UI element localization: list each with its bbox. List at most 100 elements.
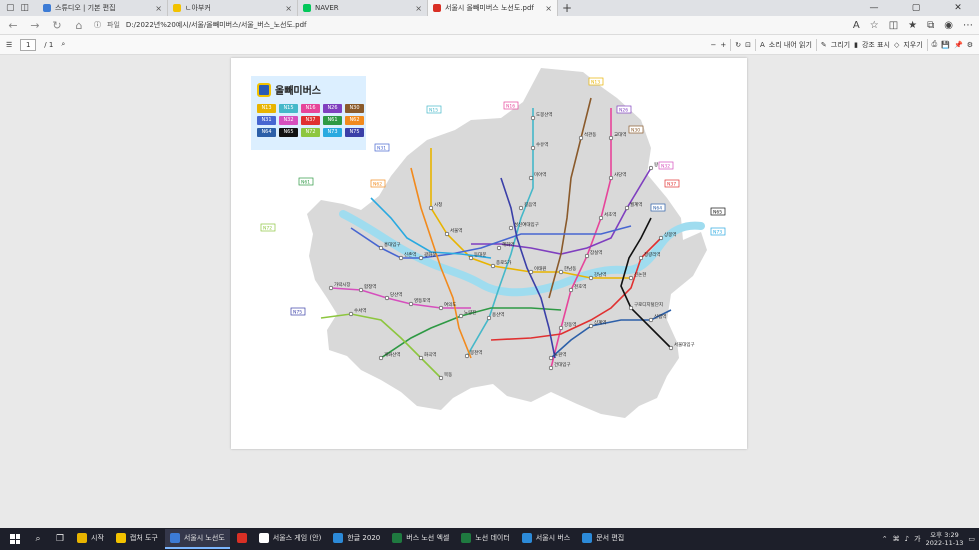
station-label: 용산역 <box>492 311 504 318</box>
tab-pdf[interactable]: 서울시 올빼미버스 노선도.pdf × <box>428 0 558 16</box>
profile-icon[interactable]: ◉ <box>944 20 953 31</box>
home-icon[interactable]: ⌂ <box>72 19 86 32</box>
task-view-icon[interactable]: ❐ <box>50 534 70 544</box>
tab-studio[interactable]: 스튜디오 | 기본 편집 × <box>38 0 168 16</box>
menu-icon[interactable]: ⋯ <box>963 20 973 31</box>
ime-icon[interactable]: 가 <box>914 534 920 544</box>
network-icon[interactable]: ⌘ <box>893 535 900 543</box>
read-aloud-icon[interactable]: A <box>853 20 860 31</box>
draw-icon[interactable]: ✎ <box>821 41 827 49</box>
station-label: 노원역 <box>554 351 566 358</box>
page-number-input[interactable]: 1 <box>20 38 37 51</box>
station-dot <box>628 275 634 281</box>
rotate-icon[interactable]: ↻ <box>735 41 741 49</box>
tab-naver[interactable]: NAVER × <box>298 0 428 16</box>
notification-icon[interactable]: ▭ <box>968 535 975 543</box>
station-dot <box>558 325 564 331</box>
minimize-icon[interactable]: — <box>853 0 895 16</box>
app-icon <box>115 533 126 543</box>
settings-icon[interactable]: ⚙ <box>967 41 973 49</box>
legend-chip-n72: N72 <box>301 128 320 137</box>
search-icon[interactable]: ⌕ <box>28 534 48 544</box>
new-tab-button[interactable]: + <box>558 0 576 16</box>
taskbar-app-5[interactable]: 한글 2020 <box>328 529 385 549</box>
tab-strip: ▢ ◫ 스튜디오 | 기본 편집 × ㄴ아부커 × NAVER × 서울시 올빼… <box>0 0 979 16</box>
station-dot <box>588 275 594 281</box>
station-label: 구로디지털단지 <box>634 301 663 308</box>
taskbar-app-label: 캡처 도구 <box>129 534 158 542</box>
erase-button[interactable]: 지우기 <box>903 40 922 50</box>
collections-icon[interactable]: ⧉ <box>927 20 934 31</box>
back-icon[interactable]: ← <box>6 19 20 32</box>
station-dot <box>548 365 554 371</box>
fit-page-icon[interactable]: ⊡ <box>745 41 751 49</box>
taskbar-app-9[interactable]: 문서 편집 <box>577 529 629 549</box>
close-tab-icon[interactable]: × <box>155 4 162 13</box>
app-icon <box>258 533 269 543</box>
taskbar-app-3[interactable] <box>232 529 252 549</box>
close-tab-icon[interactable]: × <box>415 4 422 13</box>
zoom-in-icon[interactable]: + <box>720 41 726 49</box>
taskbar-app-label: 버스 노선 엑셀 <box>406 534 450 542</box>
maximize-icon[interactable]: ▢ <box>895 0 937 16</box>
address-bar-row: ← → ↻ ⌂ ⓘ 파일 D:/2022년%20예시/서울/올빼미버스/서울_버… <box>0 16 979 35</box>
legend-chip-n37: N37 <box>301 116 320 125</box>
route-tag-n73: N73 <box>710 227 726 236</box>
pin-icon[interactable]: 📌 <box>954 41 963 49</box>
taskbar-app-8[interactable]: 서울시 버스 <box>517 529 575 549</box>
station-dot <box>558 269 564 275</box>
read-aloud-button[interactable]: 소리 내어 읽기 <box>769 40 812 50</box>
contents-icon[interactable]: ☰ <box>6 41 12 49</box>
tray-chevron-icon[interactable]: ⌃ <box>882 535 888 543</box>
tab-bookmark[interactable]: ㄴ아부커 × <box>168 0 298 16</box>
station-label: 혜화역 <box>502 241 514 248</box>
taskbar-app-4[interactable]: 서울스 게임 (안) <box>254 529 327 549</box>
station-label: 신림역 <box>654 313 666 320</box>
station-label: 건대입구 <box>554 361 571 368</box>
station-label: 이태원 <box>534 265 546 272</box>
split-screen-icon[interactable]: ◫ <box>889 20 898 31</box>
station-label: 노량진 <box>464 309 476 316</box>
pdf-tools: − + ↻ ⊡ A 소리 내어 읽기 ✎ 그리기 ▮ 강조 표시 ◇ 지우기 ⎙… <box>711 38 973 51</box>
volume-icon[interactable]: ♪ <box>905 535 909 543</box>
read-aloud-icon[interactable]: A <box>760 41 765 49</box>
search-icon[interactable]: ⌕ <box>61 40 65 49</box>
taskbar-app-6[interactable]: 버스 노선 엑셀 <box>387 529 454 549</box>
collections-icon[interactable]: ◫ <box>21 3 30 13</box>
highlight-icon[interactable]: ▮ <box>854 41 858 49</box>
taskbar-app-7[interactable]: 노선 데이터 <box>456 529 514 549</box>
taskbar-app-label: 한글 2020 <box>347 534 381 542</box>
favorites-icon[interactable]: ★ <box>908 20 917 31</box>
taskbar-app-2[interactable]: 서울시 노선도 <box>164 529 230 549</box>
station-dot <box>648 165 654 171</box>
print-icon[interactable]: ⎙ <box>932 40 938 49</box>
divider <box>815 38 817 51</box>
station-label: 강동역 <box>564 321 576 328</box>
station-label: 도봉산역 <box>536 111 553 118</box>
highlight-button[interactable]: 강조 표시 <box>862 40 890 50</box>
forward-icon[interactable]: → <box>28 19 42 32</box>
station-dot <box>528 175 534 181</box>
close-tab-icon[interactable]: × <box>285 4 292 13</box>
draw-button[interactable]: 그리기 <box>831 40 850 50</box>
legend-chip-n64: N64 <box>257 128 276 137</box>
clock[interactable]: 오후 3:29 2022-11-13 <box>926 531 964 547</box>
tab-actions-icon[interactable]: ▢ <box>6 3 15 13</box>
eraser-icon[interactable]: ◇ <box>894 41 899 49</box>
close-window-icon[interactable]: ✕ <box>937 0 979 16</box>
close-tab-icon[interactable]: × <box>545 4 552 13</box>
station-dot <box>608 175 614 181</box>
station-label: 청량리역 <box>644 251 661 258</box>
favorite-star-icon[interactable]: ☆ <box>870 20 879 31</box>
station-label: 신촌역 <box>404 251 416 258</box>
refresh-icon[interactable]: ↻ <box>50 19 64 32</box>
station-dot <box>348 311 354 317</box>
address-field[interactable]: ⓘ 파일 D:/2022년%20예시/서울/올빼미버스/서울_버스_노선도.pd… <box>94 20 845 30</box>
taskbar-app-1[interactable]: 캡처 도구 <box>111 529 163 549</box>
zoom-out-icon[interactable]: − <box>711 41 717 49</box>
save-icon[interactable]: 💾 <box>941 41 950 49</box>
taskbar-app-0[interactable]: 시작 <box>72 529 109 549</box>
station-dot <box>490 263 496 269</box>
start-button[interactable] <box>4 529 26 549</box>
station-label: 동대문 <box>474 251 486 258</box>
